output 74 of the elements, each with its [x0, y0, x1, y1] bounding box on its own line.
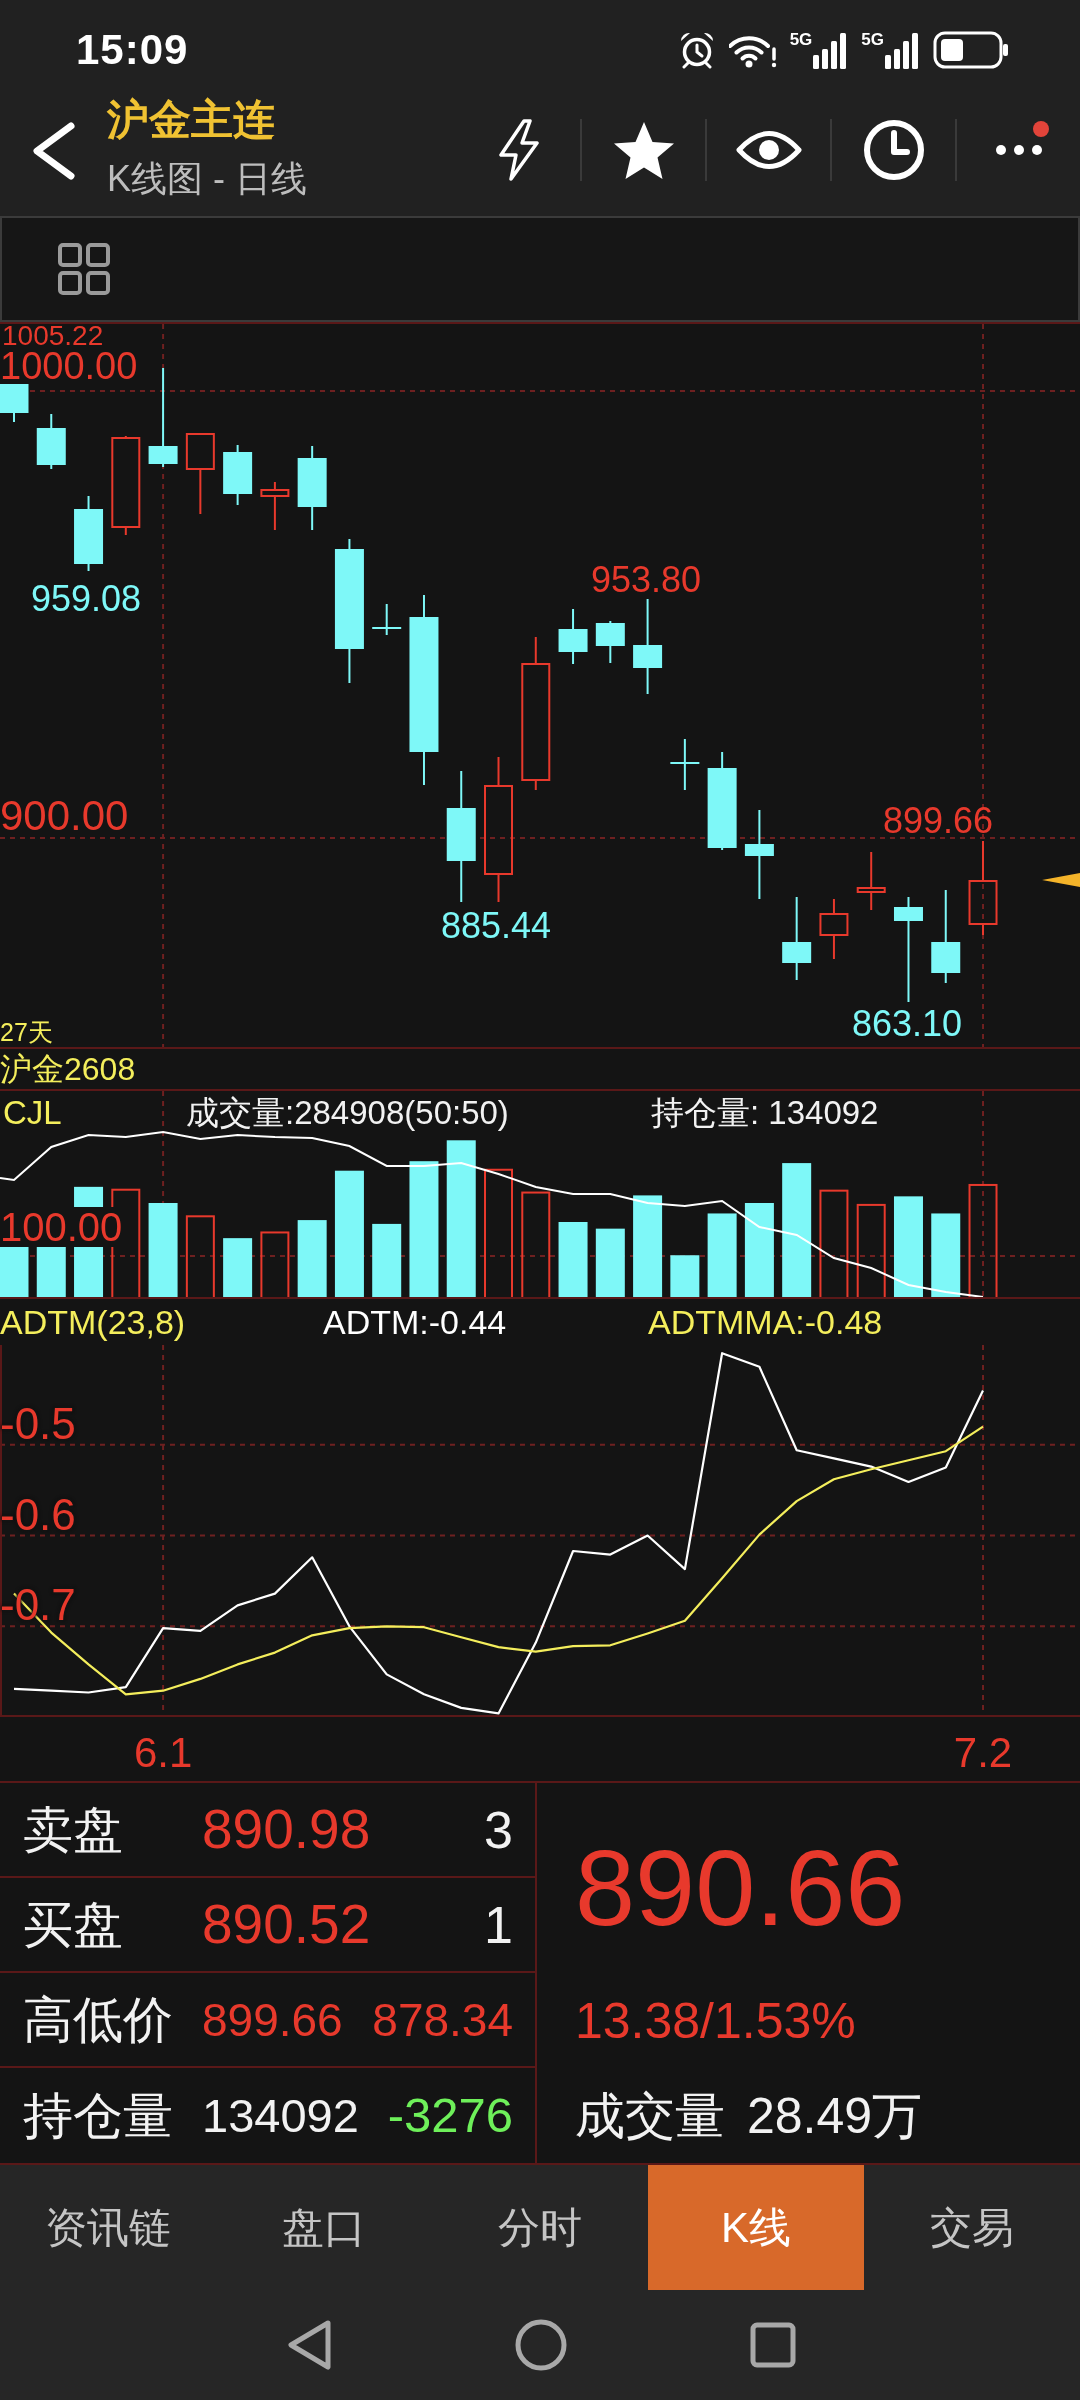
candlestick — [856, 851, 886, 911]
candlestick — [558, 608, 588, 665]
quote-price: 890.98 — [202, 1799, 371, 1860]
contract-label: 沪金2608 — [0, 1050, 136, 1089]
tab[interactable]: 资讯链 — [0, 2165, 216, 2290]
lot-count: 3 — [484, 1800, 513, 1859]
volume-bar — [260, 1231, 290, 1299]
price-extreme-label: 885.44 — [441, 908, 552, 944]
quote-label: 买盘 — [23, 1896, 124, 1953]
y-axis-label: -0.5 — [0, 1404, 76, 1443]
network-type-label: 5G — [789, 31, 813, 48]
home-icon[interactable] — [515, 2319, 567, 2371]
candlestick — [670, 738, 700, 791]
grid-icon[interactable] — [58, 243, 110, 295]
price-axis-label: 1000.00 — [0, 349, 138, 383]
star-icon[interactable] — [612, 120, 675, 180]
candlestick — [595, 620, 625, 664]
volume-label: 成交量 — [575, 2087, 725, 2144]
tab[interactable]: 盘口 — [216, 2165, 432, 2290]
candlestick — [819, 898, 849, 960]
lightning-icon[interactable] — [496, 119, 541, 181]
y-axis-label: -0.6 — [0, 1495, 76, 1534]
low-price: 878.34 — [372, 1993, 513, 2046]
volume-bar — [223, 1238, 253, 1298]
eye-icon[interactable] — [735, 129, 802, 171]
volume-bar — [595, 1228, 625, 1298]
volume-value: 28.49万 — [747, 2087, 923, 2144]
quote-label: 卖盘 — [23, 1801, 124, 1858]
candlestick — [260, 481, 290, 531]
tab[interactable]: 分时 — [432, 2165, 648, 2290]
last-price: 890.66 — [575, 1831, 906, 1945]
indicator-title: ADTM(23,8) — [0, 1302, 187, 1342]
signal-icon — [884, 31, 920, 69]
chart-subtitle: K线图 - 日线 — [107, 158, 307, 200]
open-interest-reading: 持仓量: 134092 — [651, 1095, 880, 1131]
recents-icon[interactable] — [750, 2322, 796, 2368]
clock-time: 15:09 — [76, 26, 189, 74]
high-price: 899.66 — [202, 1993, 343, 2046]
price-change: 13.38/1.53% — [575, 1992, 856, 2049]
more-icon[interactable] — [994, 144, 1043, 156]
quote-label: 持仓量 — [23, 2087, 174, 2144]
date-axis-label: 6.1 — [133, 1731, 193, 1775]
indicator-name: CJL — [3, 1095, 63, 1131]
price-extreme-label: 959.08 — [31, 581, 142, 617]
candlestick — [0, 384, 29, 423]
open-interest-value: 134092 — [202, 2089, 359, 2142]
quote-price: 890.52 — [202, 1894, 371, 1955]
price-extreme-label: 953.80 — [591, 562, 702, 598]
indicator-reading: ADTM:-0.44 — [323, 1302, 508, 1342]
clock-icon[interactable] — [862, 119, 925, 181]
price-pointer-icon — [1042, 873, 1080, 887]
price-axis-label: 1005.22 — [2, 323, 104, 349]
price-extreme-label: 899.66 — [883, 803, 994, 839]
tab[interactable]: 交易 — [864, 2165, 1080, 2290]
battery-icon — [933, 31, 1009, 69]
back-icon[interactable] — [286, 2319, 332, 2371]
volume-bar — [670, 1255, 700, 1298]
tab[interactable]: K线 — [648, 2165, 864, 2290]
candlestick — [372, 603, 402, 636]
open-interest-change: -3276 — [387, 2088, 513, 2143]
network-type-label: 5G — [861, 31, 884, 48]
signal-icon — [812, 31, 849, 69]
days-label: 27天 — [0, 1019, 53, 1046]
back-icon[interactable] — [31, 122, 76, 180]
lot-count: 1 — [484, 1895, 513, 1954]
candlestick — [223, 444, 253, 506]
turnover-reading: 成交量:284908(50:50) — [186, 1095, 510, 1131]
date-axis-label: 7.2 — [953, 1731, 1013, 1775]
candlestick — [36, 413, 66, 470]
volume-bar — [0, 1246, 29, 1298]
indicator-reading: ADTMMA:-0.48 — [648, 1302, 884, 1342]
quote-label: 高低价 — [23, 1991, 174, 2048]
price-axis-label: 900.00 — [0, 796, 129, 836]
price-extreme-label: 863.10 — [852, 1006, 963, 1042]
